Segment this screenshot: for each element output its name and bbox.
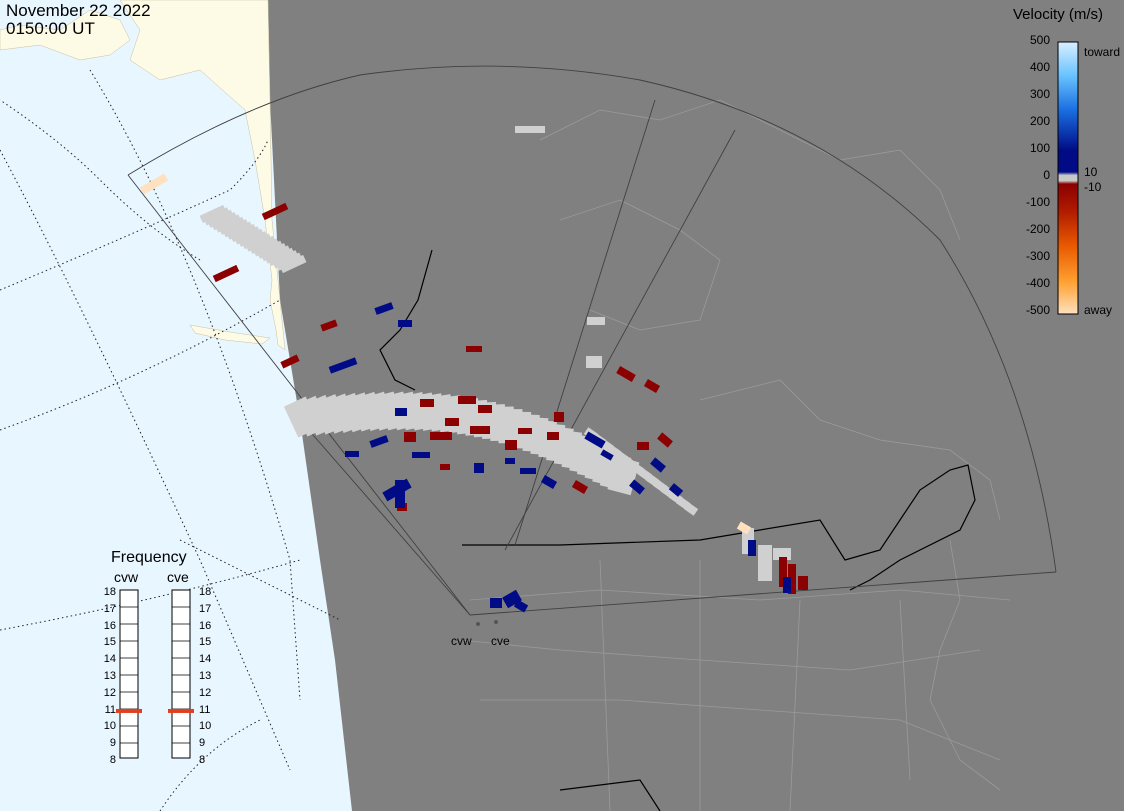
echo-cell — [587, 317, 605, 325]
radar-label-cvw: cvw — [451, 634, 472, 648]
echo-cell — [540, 475, 558, 489]
echo-cell — [657, 432, 673, 448]
echo-cell — [643, 379, 661, 393]
echo-cell — [758, 545, 772, 581]
echo-cell — [478, 405, 492, 413]
frequency-scale-right: 10 — [199, 720, 212, 733]
colorbar-toward-label: toward — [1084, 45, 1121, 59]
frequency-scale-right: 15 — [199, 636, 212, 649]
echo-cell — [783, 577, 791, 593]
echo-cell — [748, 540, 756, 556]
echo-cell — [505, 440, 517, 450]
frequency-scale-left: 15 — [103, 636, 116, 649]
colorbar-tick: -300 — [1025, 249, 1050, 263]
frequency-scale-right: 16 — [199, 619, 212, 632]
frequency-scale-right: 8 — [199, 754, 206, 766]
echo-cell — [440, 464, 450, 470]
echo-cell — [637, 442, 649, 450]
frequency-scale-right: 9 — [199, 737, 206, 750]
frequency-scale-right: 13 — [199, 670, 212, 682]
frequency-scale-right: 14 — [199, 653, 212, 666]
colorbar-pos10-label: 10 — [1084, 165, 1098, 179]
frequency-scale-left: 16 — [103, 619, 116, 632]
frequency-scale-left: 8 — [109, 754, 116, 766]
colorbar-away-label: away — [1084, 303, 1113, 317]
echo-cell — [404, 432, 416, 442]
echo-cell — [470, 426, 490, 434]
echo-cell — [458, 396, 476, 404]
echo-cell — [515, 126, 545, 133]
echo-cell — [474, 463, 484, 473]
frequency-scale-right: 11 — [199, 703, 211, 716]
echo-cell — [466, 346, 482, 352]
colorbar-tick: 200 — [1029, 114, 1050, 128]
colorbar-tick: 500 — [1029, 33, 1050, 47]
echo-cell — [345, 451, 359, 457]
frequency-radar-cve: cve — [167, 569, 189, 585]
frequency-scale-left: 13 — [103, 670, 116, 682]
echo-cell — [505, 458, 515, 464]
frequency-scale-right: 18 — [199, 586, 212, 598]
echo-cell — [328, 357, 358, 374]
velocity-map — [0, 0, 1079, 811]
frequency-scale-left: 12 — [103, 686, 116, 699]
colorbar-tick: -100 — [1025, 195, 1050, 209]
echo-cell — [586, 356, 602, 368]
echo-cell — [420, 399, 434, 407]
echo-cell — [369, 435, 389, 448]
colorbar-tick: 400 — [1029, 60, 1050, 74]
radar-site-cvw — [476, 622, 480, 626]
frequency-scale-left: 9 — [109, 737, 116, 750]
frequency-scale-left: 11 — [104, 703, 116, 716]
frequency-marker-cve — [168, 708, 194, 713]
colorbar-tick: -400 — [1025, 276, 1050, 290]
echo-cell — [554, 412, 564, 422]
echo-cell — [430, 432, 452, 440]
colorbar-title: Velocity (m/s) — [1013, 6, 1104, 23]
frequency-marker-cvw — [116, 708, 142, 713]
colorbar-tick: 100 — [1029, 141, 1050, 155]
national-borders — [379, 249, 976, 811]
frequency-scale-left: 14 — [103, 653, 116, 666]
frequency-scale-right: 17 — [199, 602, 212, 615]
frequency-scale-left: 10 — [103, 720, 116, 733]
echo-cell — [374, 302, 394, 315]
velocity-colorbar — [1057, 41, 1079, 315]
echo-cell — [520, 468, 536, 474]
time-label: 0150:00 UT — [6, 19, 95, 38]
echo-cell — [547, 432, 559, 440]
radar-site-cve — [494, 620, 498, 624]
frequency-title: Frequency — [111, 549, 187, 566]
echo-cell — [571, 480, 589, 494]
colorbar-tick: -200 — [1025, 222, 1050, 236]
echo-cell — [395, 408, 407, 416]
echo-cell — [616, 366, 636, 382]
frequency-scale-left: 18 — [103, 586, 116, 598]
echo-cell — [490, 598, 502, 608]
colorbar-tick: -500 — [1025, 303, 1050, 317]
colorbar-tick: 0 — [1043, 168, 1050, 182]
radar-label-cve: cve — [491, 634, 510, 648]
echo-cell — [798, 576, 808, 590]
echo-cell — [650, 457, 666, 473]
colorbar-tick: 300 — [1029, 87, 1050, 101]
frequency-scale-left: 17 — [103, 602, 116, 615]
echo-cell — [320, 319, 338, 332]
echo-cell — [398, 320, 412, 327]
echo-cell — [445, 418, 459, 426]
echo-cell — [395, 480, 405, 508]
echo-cell — [518, 428, 532, 434]
colorbar-neg10-label: -10 — [1084, 180, 1102, 194]
frequency-scale-right: 12 — [199, 686, 212, 699]
echo-cell — [412, 452, 430, 458]
date-label: November 22 2022 — [6, 1, 151, 20]
frequency-radar-cvw: cvw — [114, 569, 139, 585]
